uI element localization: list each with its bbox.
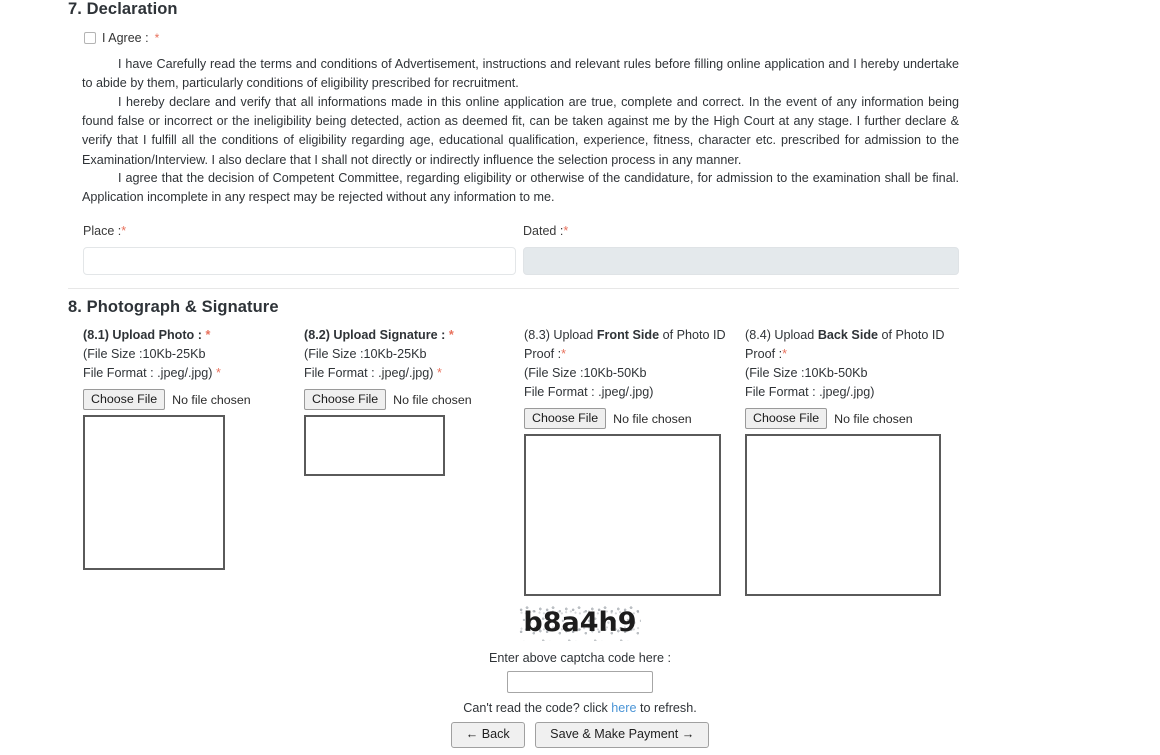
agree-label: I Agree : bbox=[102, 31, 149, 45]
back-button[interactable]: ← Back bbox=[450, 722, 525, 748]
captcha-refresh-line: Can't read the code? click here to refre… bbox=[0, 701, 1160, 715]
upload-id-front-size: (File Size :10Kb-50Kb bbox=[524, 366, 647, 380]
upload-id-back-file-row[interactable]: Choose File No file chosen bbox=[745, 408, 950, 429]
upload-photo-format: File Format : .jpeg/.jpg) * bbox=[83, 364, 298, 383]
dated-label-text: Dated : bbox=[523, 224, 564, 238]
upload-id-back-emphasis: Back Side bbox=[817, 328, 879, 342]
id-back-preview-box bbox=[745, 434, 941, 596]
upload-photo-file-row[interactable]: Choose File No file chosen bbox=[83, 389, 298, 410]
declaration-paragraph-1: I have Carefully read the terms and cond… bbox=[82, 55, 959, 93]
upload-signature-format-asterisk: * bbox=[436, 366, 442, 380]
id-front-preview-box bbox=[524, 434, 721, 596]
captcha-image: b8a4h9 bbox=[519, 605, 641, 641]
upload-id-front-file-row[interactable]: Choose File No file chosen bbox=[524, 408, 729, 429]
upload-id-front-format: File Format : .jpeg/.jpg) bbox=[524, 385, 654, 399]
upload-photo-format-asterisk: * bbox=[215, 366, 221, 380]
save-and-make-payment-button[interactable]: Save & Make Payment → bbox=[535, 722, 710, 748]
choose-file-button-photo[interactable]: Choose File bbox=[83, 389, 166, 410]
captcha-code-text: b8a4h9 bbox=[523, 607, 637, 638]
captcha-section: b8a4h9 Enter above captcha code here : C… bbox=[0, 605, 1160, 715]
captcha-refresh-prefix: Can't read the code? click bbox=[463, 701, 612, 715]
dated-input bbox=[523, 247, 959, 275]
dated-label: Dated :* bbox=[523, 224, 568, 238]
form-action-buttons: ← Back Save & Make Payment → bbox=[0, 722, 1160, 748]
captcha-input[interactable] bbox=[507, 671, 653, 693]
upload-signature-file-row[interactable]: Choose File No file chosen bbox=[304, 389, 519, 410]
upload-photo-size: (File Size :10Kb-25Kb bbox=[83, 347, 206, 361]
upload-photo-required-asterisk: * bbox=[205, 328, 211, 342]
declaration-text-3: I agree that the decision of Competent C… bbox=[82, 171, 959, 205]
upload-signature-size: (File Size :10Kb-25Kb bbox=[304, 347, 427, 361]
place-label: Place :* bbox=[83, 224, 126, 238]
place-label-text: Place : bbox=[83, 224, 122, 238]
upload-id-front-prefix: (8.3) Upload bbox=[524, 328, 597, 342]
signature-preview-box bbox=[304, 415, 445, 476]
upload-signature-title-text: (8.2) Upload Signature : bbox=[304, 328, 449, 342]
upload-id-back-size: (File Size :10Kb-50Kb bbox=[745, 366, 868, 380]
file-status-signature: No file chosen bbox=[393, 392, 472, 407]
choose-file-button-id-back[interactable]: Choose File bbox=[745, 408, 828, 429]
upload-id-back-prefix: (8.4) Upload bbox=[745, 328, 818, 342]
upload-photo-format-text: File Format : .jpeg/.jpg) bbox=[83, 366, 216, 380]
declaration-paragraph-3: I agree that the decision of Competent C… bbox=[82, 169, 959, 207]
upload-id-front-emphasis: Front Side bbox=[596, 328, 660, 342]
file-status-id-front: No file chosen bbox=[613, 411, 692, 426]
declaration-text-1: I have Carefully read the terms and cond… bbox=[82, 57, 959, 91]
upload-id-front-required-asterisk: * bbox=[561, 347, 567, 361]
place-input[interactable] bbox=[83, 247, 516, 275]
agree-checkbox[interactable] bbox=[84, 32, 96, 44]
section-heading-declaration: 7. Declaration bbox=[68, 0, 178, 18]
section-divider bbox=[68, 288, 959, 289]
upload-column-photo: (8.1) Upload Photo : * (File Size :10Kb-… bbox=[83, 326, 298, 570]
photo-preview-box bbox=[83, 415, 225, 570]
agree-checkbox-row[interactable]: I Agree : * bbox=[84, 31, 159, 45]
upload-column-signature: (8.2) Upload Signature : * (File Size :1… bbox=[304, 326, 519, 476]
choose-file-button-id-front[interactable]: Choose File bbox=[524, 408, 607, 429]
upload-column-id-front: (8.3) Upload Front Side of Photo ID Proo… bbox=[524, 326, 729, 596]
upload-id-back-format: File Format : .jpeg/.jpg) bbox=[745, 385, 875, 399]
upload-photo-title-text: (8.1) Upload Photo : bbox=[83, 328, 206, 342]
place-required-asterisk: * bbox=[121, 224, 127, 238]
file-status-photo: No file chosen bbox=[172, 392, 251, 407]
captcha-prompt: Enter above captcha code here : bbox=[488, 651, 672, 665]
declaration-paragraph-2: I hereby declare and verify that all inf… bbox=[82, 93, 959, 170]
declaration-text-2: I hereby declare and verify that all inf… bbox=[82, 95, 959, 167]
section-heading-photograph-signature: 8. Photograph & Signature bbox=[68, 298, 279, 316]
upload-column-id-back: (8.4) Upload Back Side of Photo ID Proof… bbox=[745, 326, 950, 596]
captcha-refresh-suffix: to refresh. bbox=[636, 701, 697, 715]
upload-photo-title: (8.1) Upload Photo : * bbox=[83, 326, 298, 345]
upload-id-back-title: (8.4) Upload Back Side of Photo ID Proof… bbox=[745, 326, 950, 364]
upload-signature-title: (8.2) Upload Signature : * bbox=[304, 326, 519, 345]
agree-required-asterisk: * bbox=[154, 31, 160, 45]
upload-id-front-title: (8.3) Upload Front Side of Photo ID Proo… bbox=[524, 326, 729, 364]
upload-signature-required-asterisk: * bbox=[448, 328, 454, 342]
application-form-page: 7. Declaration I Agree : * I have Carefu… bbox=[0, 0, 1160, 755]
dated-required-asterisk: * bbox=[563, 224, 569, 238]
upload-id-back-required-asterisk: * bbox=[782, 347, 788, 361]
upload-signature-format: File Format : .jpeg/.jpg) * bbox=[304, 364, 519, 383]
captcha-refresh-link[interactable]: here bbox=[611, 701, 636, 715]
upload-signature-format-text: File Format : .jpeg/.jpg) bbox=[304, 366, 437, 380]
choose-file-button-signature[interactable]: Choose File bbox=[304, 389, 387, 410]
file-status-id-back: No file chosen bbox=[834, 411, 913, 426]
